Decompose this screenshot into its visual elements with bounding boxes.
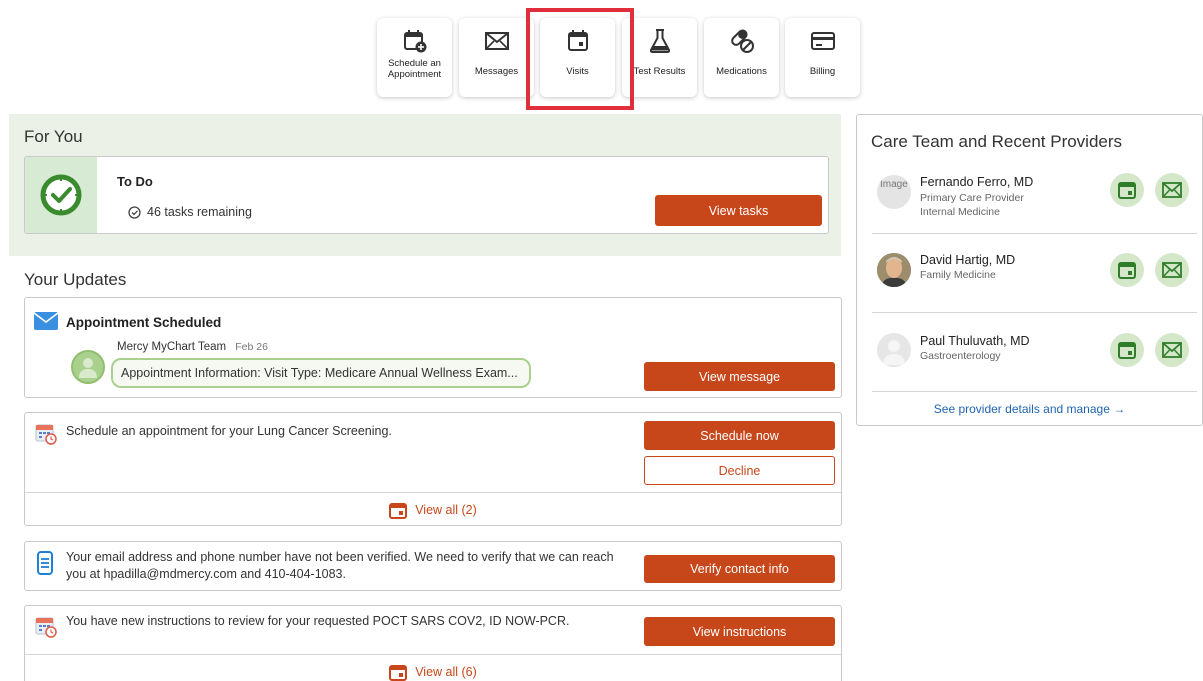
appointment-scheduled-card: Appointment Scheduled Mercy MyChart Team… [24, 297, 842, 398]
verify-contact-text: Your email address and phone number have… [66, 550, 614, 581]
see-provider-details-link[interactable]: See provider details and manage → [857, 402, 1202, 416]
schedule-with-provider-button[interactable] [1110, 253, 1144, 287]
instructions-text: You have new instructions to review for … [66, 614, 570, 628]
checkmark-clock-icon [40, 174, 82, 216]
for-you-section: For You To Do 46 tasks remaining View ta… [9, 114, 841, 256]
view-all-label: View all (2) [415, 502, 477, 517]
nav-label: Schedule an Appointment [387, 58, 442, 80]
your-updates-title: Your Updates [24, 270, 127, 289]
nav-label: Messages [474, 66, 519, 77]
calendar-reminder-icon [35, 424, 57, 445]
envelope-icon [34, 312, 58, 330]
for-you-title: For You [24, 127, 83, 146]
divider [872, 312, 1197, 313]
nav-label: Visits [566, 66, 589, 77]
schedule-with-provider-button[interactable] [1110, 333, 1144, 367]
message-sender: Mercy MyChart Team Feb 26 [117, 339, 268, 356]
lung-screening-card: Schedule an appointment for your Lung Ca… [24, 412, 842, 526]
calendar-icon [389, 502, 408, 519]
decline-button[interactable]: Decline [644, 456, 835, 485]
calendar-add-icon [402, 28, 428, 54]
provider-specialty: Gastroenterology [920, 350, 1001, 362]
view-tasks-button[interactable]: View tasks [655, 195, 822, 226]
broken-image-alt: Image [880, 179, 908, 190]
care-team-title: Care Team and Recent Providers [871, 132, 1123, 151]
nav-label: Billing [809, 66, 836, 77]
provider-avatar[interactable] [877, 253, 911, 287]
person-icon [79, 358, 97, 378]
nav-billing[interactable]: Billing [785, 18, 860, 97]
verify-contact-card: Your email address and phone number have… [24, 541, 842, 591]
tasks-remaining: 46 tasks remaining [128, 205, 252, 219]
tasks-remaining-text: 46 tasks remaining [147, 205, 252, 219]
view-message-button[interactable]: View message [644, 362, 835, 391]
provider-role: Primary Care Provider [920, 192, 1024, 204]
view-all-instructions-link[interactable]: View all (6) [25, 654, 841, 681]
pills-icon [729, 28, 755, 54]
nav-label: Test Results [633, 66, 686, 77]
care-team-panel: Care Team and Recent Providers Image Fer… [856, 114, 1203, 426]
view-all-lung-link[interactable]: View all (2) [25, 492, 841, 526]
calendar-icon [1118, 182, 1136, 199]
view-instructions-button[interactable]: View instructions [644, 617, 835, 646]
message-provider-button[interactable] [1155, 333, 1189, 367]
calendar-icon [389, 664, 408, 681]
message-date: Feb 26 [235, 341, 268, 353]
message-provider-button[interactable] [1155, 253, 1189, 287]
view-all-label: View all (6) [415, 664, 477, 679]
sender-avatar [71, 350, 105, 384]
nav-label: Medications [716, 66, 767, 77]
lung-screening-text: Schedule an appointment for your Lung Ca… [66, 424, 392, 438]
envelope-icon [1162, 262, 1182, 278]
nav-visits[interactable]: Visits [540, 18, 615, 97]
schedule-now-button[interactable]: Schedule now [644, 421, 835, 450]
todo-title: To Do [117, 174, 153, 189]
calendar-icon [1118, 262, 1136, 279]
provider-specialty: Family Medicine [920, 269, 996, 281]
divider [872, 233, 1197, 234]
nav-test-results[interactable]: Test Results [622, 18, 697, 97]
calendar-icon [1118, 342, 1136, 359]
credit-card-icon [810, 28, 836, 54]
person-icon [883, 340, 905, 365]
schedule-with-provider-button[interactable] [1110, 173, 1144, 207]
provider-name[interactable]: Paul Thuluvath, MD [920, 334, 1030, 348]
provider-name[interactable]: Fernando Ferro, MD [920, 175, 1033, 189]
provider-name[interactable]: David Hartig, MD [920, 253, 1015, 267]
envelope-icon [1162, 342, 1182, 358]
nav-messages[interactable]: Messages [459, 18, 534, 97]
flask-icon [648, 28, 672, 54]
sender-name: Mercy MyChart Team [117, 341, 227, 353]
message-provider-button[interactable] [1155, 173, 1189, 207]
message-preview[interactable]: Appointment Information: Visit Type: Med… [111, 358, 531, 388]
appointment-scheduled-title: Appointment Scheduled [66, 315, 222, 330]
nav-schedule-appointment[interactable]: Schedule an Appointment [377, 18, 452, 97]
verify-contact-button[interactable]: Verify contact info [644, 555, 835, 583]
instructions-card: You have new instructions to review for … [24, 605, 842, 681]
envelope-icon [1162, 182, 1182, 198]
envelope-icon [484, 28, 510, 54]
provider-avatar[interactable] [877, 333, 911, 367]
check-circle-icon [128, 205, 141, 219]
calendar-reminder-icon [35, 617, 57, 638]
nav-medications[interactable]: Medications [704, 18, 779, 97]
calendar-icon [566, 28, 590, 54]
todo-card: To Do 46 tasks remaining View tasks [24, 156, 829, 234]
divider [872, 391, 1197, 392]
provider-specialty: Internal Medicine [920, 206, 1000, 218]
provider-avatar[interactable]: Image [877, 175, 911, 209]
provider-photo [877, 253, 911, 287]
todo-icon-box [25, 157, 97, 233]
phone-icon [37, 551, 53, 575]
